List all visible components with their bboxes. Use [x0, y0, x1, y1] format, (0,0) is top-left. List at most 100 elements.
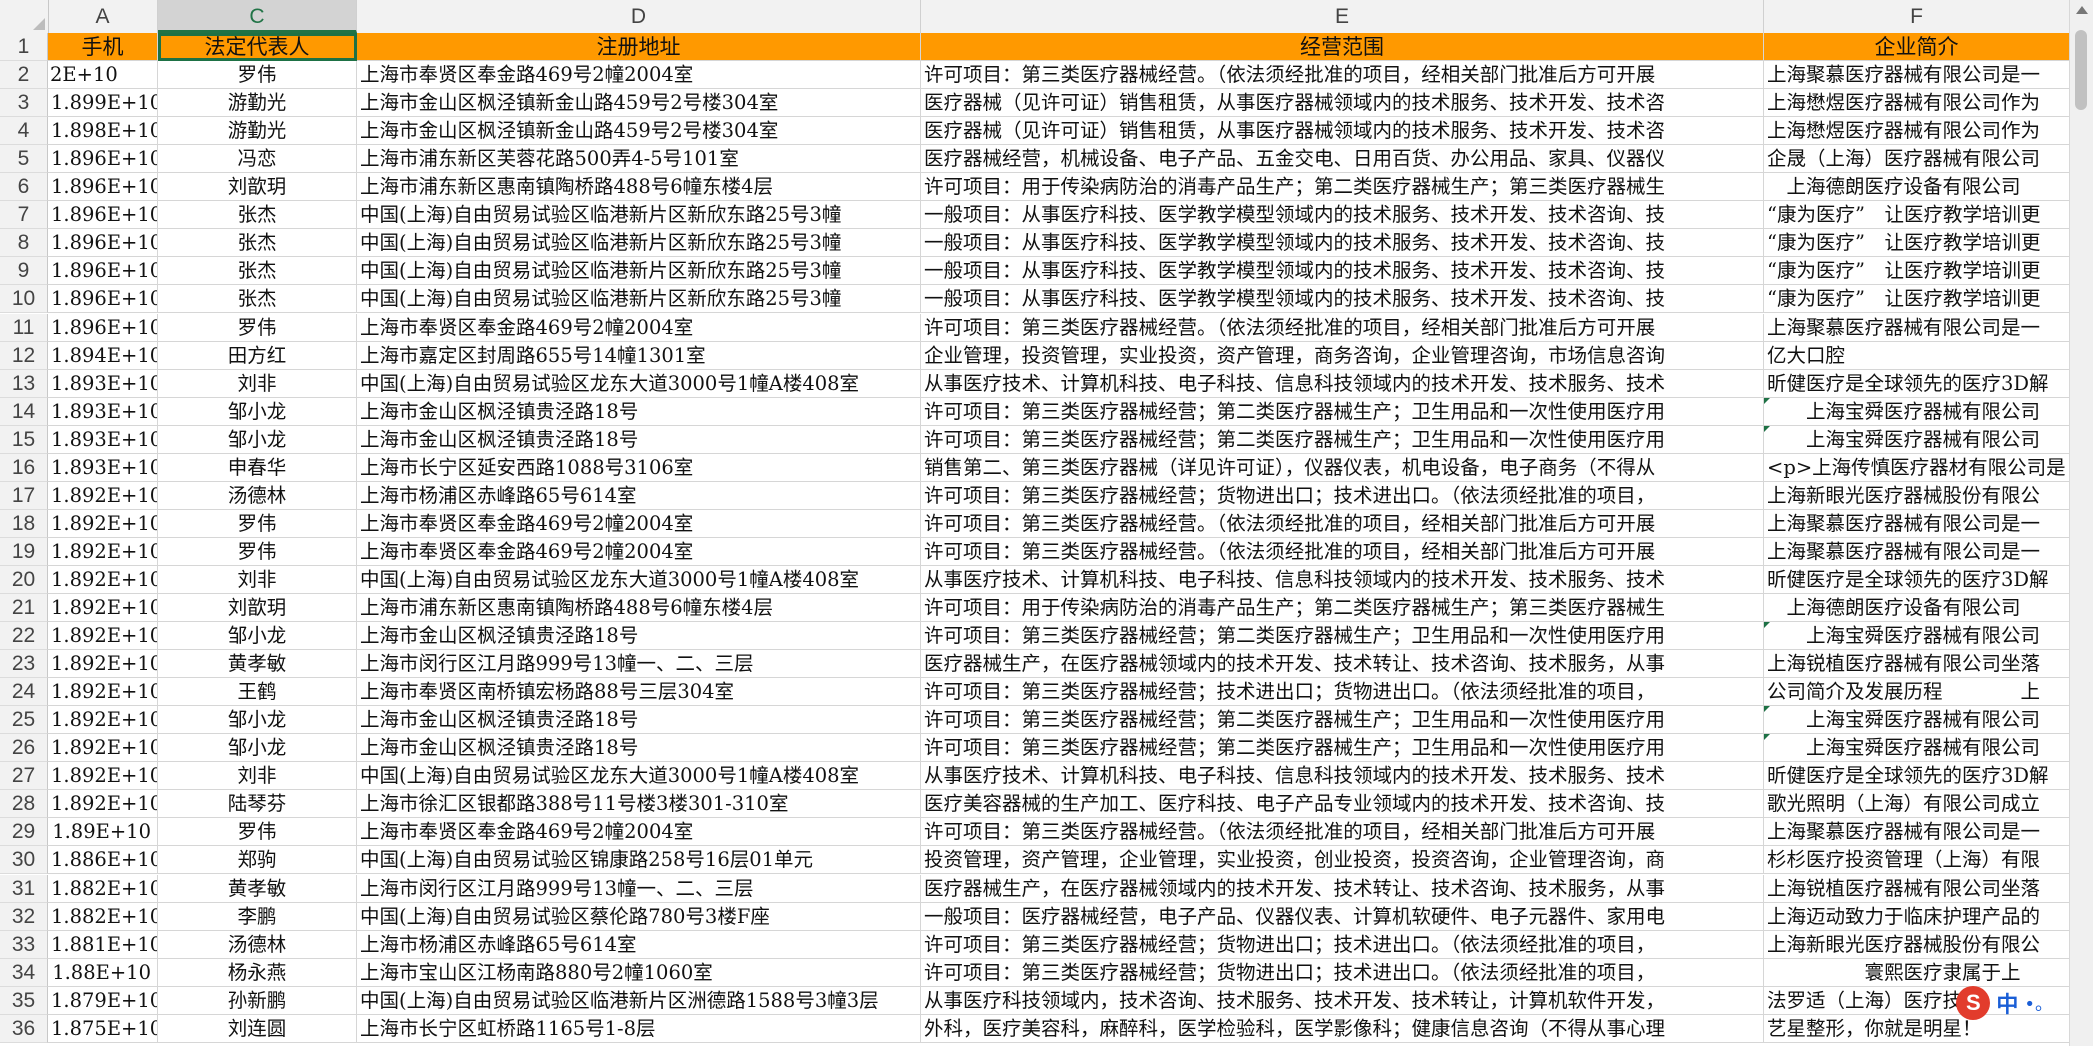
phone-cell[interactable]: 1.892E+10 — [48, 622, 158, 651]
ime-toolbar[interactable]: S 中 •。 — [1956, 986, 2053, 1020]
column-header-f[interactable]: F — [1764, 0, 2070, 33]
address-cell[interactable]: 上海市奉贤区奉金路469号2幢2004室 — [357, 509, 921, 538]
legal-rep-cell[interactable]: 申春华 — [158, 453, 357, 482]
address-cell[interactable]: 上海市奉贤区南桥镇宏杨路88号三层304室 — [357, 678, 921, 707]
company-intro-cell[interactable]: 上海懋煜医疗器械有限公司作为 — [1764, 89, 2070, 118]
address-cell[interactable]: 上海市奉贤区奉金路469号2幢2004室 — [357, 313, 921, 342]
phone-cell[interactable]: 1.893E+10 — [48, 425, 158, 454]
legal-rep-cell[interactable]: 孙新鹏 — [158, 986, 357, 1015]
business-scope-cell[interactable]: 许可项目：第三类医疗器械经营。（依法须经批准的项目，经相关部门批准后方可开展 — [921, 818, 1764, 847]
address-cell[interactable]: 上海市闵行区江月路999号13幢一、二、三层 — [357, 650, 921, 679]
business-scope-cell[interactable]: 从事医疗技术、计算机科技、电子科技、信息科技领域内的技术开发、技术服务、技术 — [921, 565, 1764, 594]
company-intro-cell[interactable]: 上海聚慕医疗器械有限公司是一 — [1764, 537, 2070, 566]
business-scope-cell[interactable]: 一般项目：从事医疗科技、医学教学模型领域内的技术服务、技术开发、技术咨询、技 — [921, 201, 1764, 230]
legal-rep-cell[interactable]: 李鹏 — [158, 902, 357, 931]
legal-rep-cell[interactable]: 郑驹 — [158, 846, 357, 875]
column-header-d[interactable]: D — [357, 0, 921, 33]
legal-rep-cell[interactable]: 罗伟 — [158, 537, 357, 566]
company-intro-cell[interactable]: 上海德朗医疗设备有限公司 — [1764, 594, 2070, 622]
phone-cell[interactable]: 1.892E+10 — [48, 650, 158, 679]
legal-rep-cell[interactable]: 汤德林 — [158, 481, 357, 510]
phone-cell[interactable]: 1.882E+10 — [48, 874, 158, 903]
legal-rep-cell[interactable]: 冯恋 — [158, 145, 357, 174]
address-cell[interactable]: 上海市杨浦区赤峰路65号614室 — [357, 930, 921, 959]
business-scope-cell[interactable]: 许可项目：第三类医疗器械经营；货物进出口；技术进出口。（依法须经批准的项目， — [921, 481, 1764, 510]
row-header[interactable]: 30 — [0, 846, 48, 875]
phone-cell[interactable]: 1.88E+10 — [48, 958, 158, 987]
company-intro-cell[interactable]: 上海锐植医疗器械有限公司坐落 — [1764, 874, 2070, 903]
company-intro-cell[interactable]: 上海懋煜医疗器械有限公司作为 — [1764, 117, 2070, 146]
company-intro-cell[interactable]: 公司简介及发展历程 上 — [1764, 678, 2070, 707]
row-header[interactable]: 32 — [0, 902, 48, 931]
row-header[interactable]: 5 — [0, 145, 48, 174]
address-cell[interactable]: 上海市奉贤区奉金路469号2幢2004室 — [357, 61, 921, 90]
row-header[interactable]: 27 — [0, 762, 48, 791]
business-scope-cell[interactable]: 许可项目：第三类医疗器械经营；技术进出口；货物进出口。（依法须经批准的项目， — [921, 678, 1764, 707]
address-cell[interactable]: 上海市浦东新区惠南镇陶桥路488号6幢东楼4层 — [357, 173, 921, 202]
row-header[interactable]: 21 — [0, 594, 48, 623]
business-scope-cell[interactable]: 许可项目：第三类医疗器械经营；第二类医疗器械生产；卫生用品和一次性使用医疗用 — [921, 734, 1764, 763]
company-intro-cell[interactable]: 昕健医疗是全球领先的医疗3D解 — [1764, 369, 2070, 398]
legal-rep-cell[interactable]: 王鹤 — [158, 678, 357, 707]
company-intro-cell[interactable]: 上海聚慕医疗器械有限公司是一 — [1764, 818, 2070, 847]
company-intro-cell[interactable]: 上海宝舜医疗器械有限公司 — [1764, 706, 2070, 735]
company-intro-cell[interactable]: “康为医疗” 让医疗教学培训更 — [1764, 257, 2070, 286]
business-scope-cell[interactable]: 许可项目：第三类医疗器械经营。（依法须经批准的项目，经相关部门批准后方可开展 — [921, 313, 1764, 342]
legal-rep-cell[interactable]: 刘非 — [158, 369, 357, 398]
business-scope-cell[interactable]: 从事医疗科技领域内，技术咨询、技术服务、技术开发、技术转让，计算机软件开发， — [921, 986, 1764, 1015]
company-intro-cell[interactable]: 上海聚慕医疗器械有限公司是一 — [1764, 509, 2070, 538]
sogou-ime-icon[interactable]: S — [1956, 986, 1991, 1020]
row-header[interactable]: 2 — [0, 61, 48, 90]
legal-rep-cell[interactable]: 张杰 — [158, 285, 357, 314]
address-cell[interactable]: 上海市金山区枫泾镇贵泾路18号 — [357, 622, 921, 651]
business-scope-cell[interactable]: 许可项目：第三类医疗器械经营。（依法须经批准的项目，经相关部门批准后方可开展 — [921, 537, 1764, 566]
address-cell[interactable]: 上海市金山区枫泾镇新金山路459号2号楼304室 — [357, 89, 921, 118]
company-intro-cell[interactable]: “康为医疗” 让医疗教学培训更 — [1764, 201, 2070, 230]
business-scope-cell[interactable]: 医疗器械（见许可证）销售租赁，从事医疗器械领域内的技术服务、技术开发、技术咨 — [921, 117, 1764, 146]
row-header[interactable]: 33 — [0, 930, 48, 959]
row-header[interactable]: 24 — [0, 678, 48, 707]
company-intro-cell[interactable]: 杉杉医疗投资管理（上海）有限 — [1764, 846, 2070, 875]
legal-rep-cell[interactable]: 黄孝敏 — [158, 650, 357, 679]
business-scope-cell[interactable]: 医疗器械生产，在医疗器械领域内的技术开发、技术转让、技术咨询、技术服务，从事 — [921, 874, 1764, 903]
legal-rep-cell[interactable]: 刘歆玥 — [158, 594, 357, 622]
legal-rep-cell[interactable]: 陆琴芬 — [158, 790, 357, 819]
company-intro-cell[interactable]: 上海新眼光医疗器械股份有限公 — [1764, 930, 2070, 959]
business-scope-cell[interactable]: 许可项目：第三类医疗器械经营。（依法须经批准的项目，经相关部门批准后方可开展 — [921, 509, 1764, 538]
phone-cell[interactable]: 1.892E+10 — [48, 565, 158, 594]
address-cell[interactable]: 上海市奉贤区奉金路469号2幢2004室 — [357, 818, 921, 847]
address-cell[interactable]: 上海市长宁区延安西路1088号3106室 — [357, 453, 921, 482]
row-header[interactable]: 15 — [0, 425, 48, 454]
row-header[interactable]: 3 — [0, 89, 48, 118]
row-header[interactable]: 19 — [0, 537, 48, 566]
row-header[interactable]: 1 — [0, 33, 48, 62]
phone-cell[interactable]: 1.893E+10 — [48, 369, 158, 398]
row-header[interactable]: 4 — [0, 117, 48, 146]
address-cell[interactable]: 中国(上海)自由贸易试验区龙东大道3000号1幢A楼408室 — [357, 762, 921, 791]
row-header[interactable]: 20 — [0, 565, 48, 594]
phone-cell[interactable]: 1.896E+10 — [48, 313, 158, 342]
phone-cell[interactable]: 1.875E+10 — [48, 1014, 158, 1043]
business-scope-cell[interactable]: 企业管理，投资管理，实业投资，资产管理，商务咨询，企业管理咨询，市场信息咨询 — [921, 341, 1764, 370]
business-scope-cell[interactable]: 许可项目：用于传染病防治的消毒产品生产；第二类医疗器械生产；第三类医疗器械生 — [921, 173, 1764, 202]
business-scope-cell[interactable]: 许可项目：第三类医疗器械经营；第二类医疗器械生产；卫生用品和一次性使用医疗用 — [921, 425, 1764, 454]
business-scope-cell[interactable]: 许可项目：第三类医疗器械经营；第二类医疗器械生产；卫生用品和一次性使用医疗用 — [921, 622, 1764, 651]
row-header[interactable]: 9 — [0, 257, 48, 286]
business-scope-cell[interactable]: 许可项目：第三类医疗器械经营；货物进出口；技术进出口。（依法须经批准的项目， — [921, 930, 1764, 959]
select-all-corner[interactable] — [0, 0, 49, 33]
row-header[interactable]: 22 — [0, 622, 48, 651]
address-cell[interactable]: 上海市长宁区虹桥路1165号1-8层 — [357, 1014, 921, 1043]
company-intro-cell[interactable]: 上海聚慕医疗器械有限公司是一 — [1764, 61, 2070, 90]
legal-rep-cell[interactable]: 黄孝敏 — [158, 874, 357, 903]
address-cell[interactable]: 中国(上海)自由贸易试验区临港新片区新欣东路25号3幢 — [357, 229, 921, 258]
column-header-c[interactable]: C — [158, 0, 357, 33]
address-cell[interactable]: 上海市嘉定区封周路655号14幢1301室 — [357, 341, 921, 370]
row-header[interactable]: 13 — [0, 369, 48, 398]
phone-cell[interactable]: 1.896E+10 — [48, 285, 158, 314]
row-header[interactable]: 29 — [0, 818, 48, 847]
company-intro-cell[interactable]: 寰熙医疗隶属于上 — [1764, 958, 2070, 987]
legal-rep-cell[interactable]: 张杰 — [158, 257, 357, 286]
header-legal-rep-cell[interactable]: 法定代表人 — [158, 33, 357, 61]
row-header[interactable]: 35 — [0, 986, 48, 1015]
phone-cell[interactable]: 1.896E+10 — [48, 173, 158, 202]
